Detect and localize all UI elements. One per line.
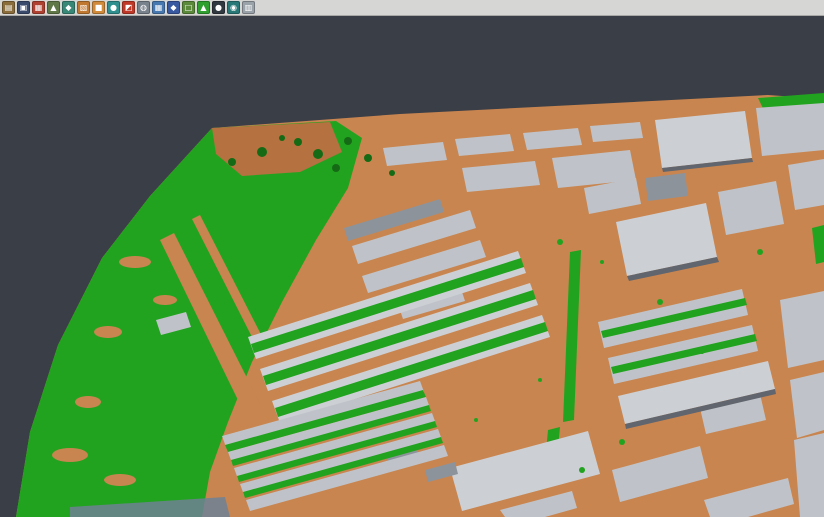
vegetation-icon[interactable]: ▲ — [197, 1, 210, 14]
application-window: ▤▣▦▲◆▧■●◩◍▦◆□▲●◉▥ — [0, 0, 824, 517]
report-icon[interactable]: ▥ — [242, 1, 255, 14]
open-file-icon[interactable]: ▤ — [2, 1, 15, 14]
crop-icon[interactable]: □ — [182, 1, 195, 14]
measure-icon[interactable]: ◆ — [167, 1, 180, 14]
mesh-icon[interactable]: ▲ — [47, 1, 60, 14]
3d-viewport[interactable] — [0, 16, 824, 517]
settings-icon[interactable]: ◍ — [137, 1, 150, 14]
grid-icon[interactable]: ▦ — [152, 1, 165, 14]
terrain-icon[interactable]: ◆ — [62, 1, 75, 14]
globe-icon[interactable]: ● — [107, 1, 120, 14]
export-icon[interactable]: ● — [212, 1, 225, 14]
main-toolbar: ▤▣▦▲◆▧■●◩◍▦◆□▲●◉▥ — [0, 0, 824, 16]
save-icon[interactable]: ▣ — [17, 1, 30, 14]
orthophoto-icon[interactable]: ■ — [92, 1, 105, 14]
texture-icon[interactable]: ▧ — [77, 1, 90, 14]
point-cloud-icon[interactable]: ▦ — [32, 1, 45, 14]
camera-icon[interactable]: ◉ — [227, 1, 240, 14]
classification-icon[interactable]: ◩ — [122, 1, 135, 14]
